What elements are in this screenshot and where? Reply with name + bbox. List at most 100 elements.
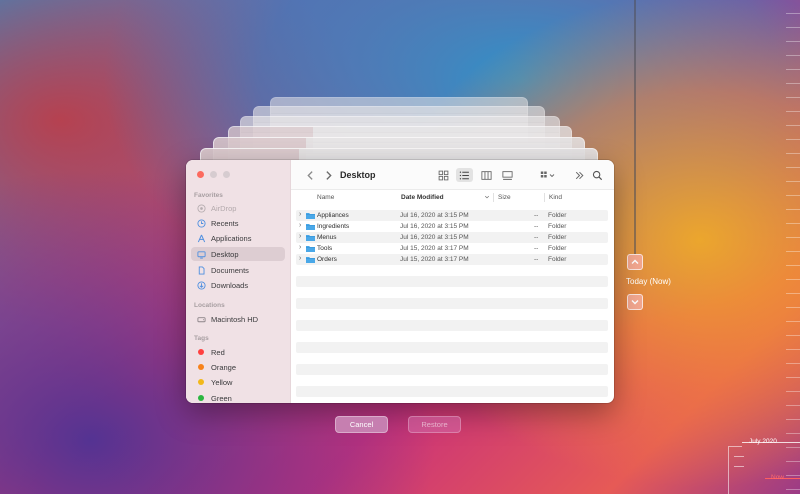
restore-button[interactable]: Restore — [408, 416, 461, 433]
disclosure-chevron-icon[interactable]: › — [299, 255, 301, 262]
more-toolbar-button[interactable] — [571, 168, 588, 182]
sidebar-item-macintosh-hd[interactable]: Macintosh HD — [191, 312, 285, 326]
empty-row — [296, 364, 608, 375]
search-icon — [592, 170, 603, 180]
column-size[interactable]: Size — [498, 194, 511, 201]
column-name[interactable]: Name — [317, 194, 334, 201]
sidebar-item-label: Desktop — [211, 249, 239, 259]
timeline-down-button[interactable] — [627, 294, 643, 310]
file-size: -- — [534, 256, 539, 263]
sort-chevron-icon[interactable] — [484, 194, 490, 202]
column-divider[interactable] — [544, 193, 545, 202]
column-header: Name Date Modified Size Kind — [291, 190, 614, 205]
table-row[interactable]: › Menus Jul 16, 2020 at 3:15 PM -- Folde… — [296, 232, 608, 243]
column-divider[interactable] — [493, 193, 494, 202]
table-row[interactable]: › Tools Jul 15, 2020 at 3:17 PM -- Folde… — [296, 243, 608, 254]
document-icon — [196, 265, 206, 275]
timeline-up-button[interactable] — [627, 254, 643, 270]
empty-row — [296, 287, 608, 298]
double-chevron-icon — [575, 171, 584, 179]
tag-dot — [196, 347, 206, 357]
forward-button[interactable] — [320, 168, 337, 182]
sidebar-item-label: Green — [211, 393, 232, 403]
sidebar-item-label: Applications — [211, 233, 252, 243]
view-list-button[interactable] — [456, 168, 473, 182]
empty-row — [296, 298, 608, 309]
table-row[interactable]: › Appliances Jul 16, 2020 at 3:15 PM -- … — [296, 210, 608, 221]
sidebar-item-desktop[interactable]: Desktop — [191, 247, 285, 261]
sidebar-item-documents[interactable]: Documents — [191, 263, 285, 277]
finder-toolbar: Desktop — [291, 160, 614, 190]
disclosure-chevron-icon[interactable]: › — [299, 244, 301, 251]
minimize-button[interactable] — [210, 171, 217, 178]
view-icons-button[interactable] — [435, 168, 452, 182]
empty-row — [296, 320, 608, 331]
list-icon — [459, 171, 469, 179]
table-row[interactable]: › Ingredients Jul 16, 2020 at 3:15 PM --… — [296, 221, 608, 232]
file-kind: Folder — [548, 245, 567, 252]
folder-icon — [306, 245, 315, 252]
sidebar-item-label: Red — [211, 347, 225, 357]
file-list: › Appliances Jul 16, 2020 at 3:15 PM -- … — [296, 210, 608, 397]
airdrop-icon — [196, 203, 206, 213]
window-controls — [197, 171, 230, 178]
sidebar: Favorites AirDrop Recents Applications D… — [186, 160, 291, 403]
sidebar-item-airdrop[interactable]: AirDrop — [191, 201, 285, 215]
sidebar-item-downloads[interactable]: Downloads — [191, 278, 285, 292]
finder-window[interactable]: Favorites AirDrop Recents Applications D… — [186, 160, 614, 403]
file-name: Appliances — [317, 212, 349, 219]
sidebar-tag-orange[interactable]: Orange — [191, 360, 285, 374]
empty-row — [296, 265, 608, 276]
disclosure-chevron-icon[interactable]: › — [299, 211, 301, 218]
hard-drive-icon — [196, 314, 206, 324]
disclosure-chevron-icon[interactable]: › — [299, 233, 301, 240]
tag-dot — [196, 393, 206, 403]
tag-dot — [196, 362, 206, 372]
file-name: Ingredients — [317, 223, 350, 230]
column-date-modified[interactable]: Date Modified — [401, 194, 444, 201]
file-name: Menus — [317, 234, 337, 241]
chevron-up-icon — [631, 259, 639, 264]
group-by-button[interactable] — [537, 168, 559, 182]
empty-row — [296, 375, 608, 386]
sidebar-item-label: Macintosh HD — [211, 314, 259, 324]
view-gallery-button[interactable] — [499, 168, 516, 182]
file-kind: Folder — [548, 212, 567, 219]
table-row[interactable]: › Orders Jul 15, 2020 at 3:17 PM -- Fold… — [296, 254, 608, 265]
file-kind: Folder — [548, 223, 567, 230]
folder-icon — [306, 256, 315, 263]
sidebar-item-recents[interactable]: Recents — [191, 216, 285, 230]
file-date: Jul 16, 2020 at 3:15 PM — [400, 234, 469, 241]
back-button[interactable] — [302, 168, 319, 182]
file-kind: Folder — [548, 256, 567, 263]
group-icon — [540, 171, 555, 177]
sidebar-tag-green[interactable]: Green — [191, 391, 285, 403]
empty-row — [296, 353, 608, 364]
file-size: -- — [534, 234, 539, 241]
timeline-ticks[interactable] — [760, 0, 800, 494]
column-kind[interactable]: Kind — [549, 194, 562, 201]
timeline-month-label[interactable]: July 2020 — [747, 438, 779, 445]
sidebar-tag-yellow[interactable]: Yellow — [191, 375, 285, 389]
sidebar-item-applications[interactable]: Applications — [191, 231, 285, 245]
zoom-button[interactable] — [223, 171, 230, 178]
empty-row — [296, 309, 608, 320]
folder-icon — [306, 212, 315, 219]
search-button[interactable] — [589, 168, 606, 182]
chevron-down-icon — [631, 300, 639, 305]
sidebar-tag-red[interactable]: Red — [191, 345, 285, 359]
today-label: Today (Now) — [626, 277, 671, 286]
timeline-line — [634, 0, 636, 254]
view-columns-button[interactable] — [478, 168, 495, 182]
chevron-left-icon — [307, 170, 313, 180]
disclosure-chevron-icon[interactable]: › — [299, 222, 301, 229]
timeline-bracket-tick — [734, 456, 744, 457]
sidebar-item-label: Downloads — [211, 280, 249, 290]
download-icon — [196, 280, 206, 290]
cancel-button[interactable]: Cancel — [335, 416, 388, 433]
sidebar-item-label: Orange — [211, 362, 237, 372]
close-button[interactable] — [197, 171, 204, 178]
window-title: Desktop — [340, 170, 376, 180]
timeline-now-label[interactable]: Now — [771, 474, 784, 481]
grid-icon — [438, 170, 449, 180]
